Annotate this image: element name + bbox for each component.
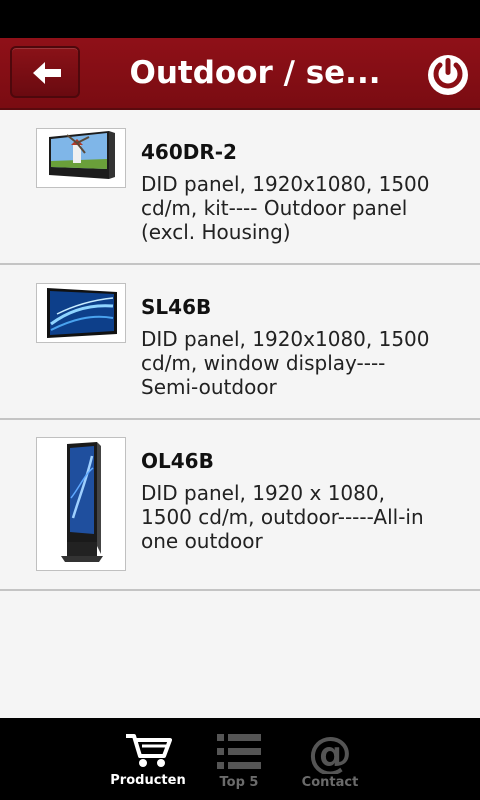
product-description: DID panel, 1920 x 1080, 1500 cd/m, outdo…: [141, 481, 424, 553]
at-icon: @: [308, 732, 352, 774]
power-icon: [428, 55, 468, 95]
product-list: 460DR-2 DID panel, 1920x1080, 1500 cd/m,…: [0, 110, 480, 718]
list-item[interactable]: 460DR-2 DID panel, 1920x1080, 1500 cd/m,…: [0, 110, 480, 265]
page-title: Outdoor / se...: [129, 55, 381, 91]
standing-kiosk-image: [37, 438, 125, 570]
arrow-left-icon: [33, 62, 61, 84]
tab-contact-label: Contact: [301, 775, 359, 790]
header-bar: Outdoor / se...: [0, 38, 480, 110]
product-name: OL46B: [141, 449, 214, 473]
power-button[interactable]: [424, 48, 474, 100]
status-bar: [0, 0, 480, 38]
blue-wave-panel-image: [37, 284, 125, 342]
product-name: 460DR-2: [141, 140, 237, 164]
tab-producten-label: Producten: [110, 773, 186, 788]
product-description: DID panel, 1920x1080, 1500 cd/m, window …: [141, 327, 430, 399]
cart-icon: [126, 734, 172, 767]
tab-top5[interactable]: Top 5: [205, 718, 273, 800]
product-thumbnail: [36, 283, 126, 343]
svg-text:@: @: [308, 732, 352, 774]
back-button[interactable]: [10, 46, 80, 98]
product-thumbnail: [36, 128, 126, 188]
windmill-panel-image: [37, 129, 125, 187]
product-name: SL46B: [141, 295, 212, 319]
product-description: DID panel, 1920x1080, 1500 cd/m, kit----…: [141, 172, 430, 244]
tab-producten[interactable]: Producten: [110, 718, 186, 800]
product-thumbnail: [36, 437, 126, 571]
bottom-tab-bar: Producten Top 5 @ Contact: [0, 718, 480, 800]
list-icon: [217, 734, 261, 769]
list-item[interactable]: OL46B DID panel, 1920 x 1080, 1500 cd/m,…: [0, 420, 480, 591]
tab-top5-label: Top 5: [219, 775, 259, 790]
list-item[interactable]: SL46B DID panel, 1920x1080, 1500 cd/m, w…: [0, 265, 480, 420]
tab-contact[interactable]: @ Contact: [296, 718, 364, 800]
